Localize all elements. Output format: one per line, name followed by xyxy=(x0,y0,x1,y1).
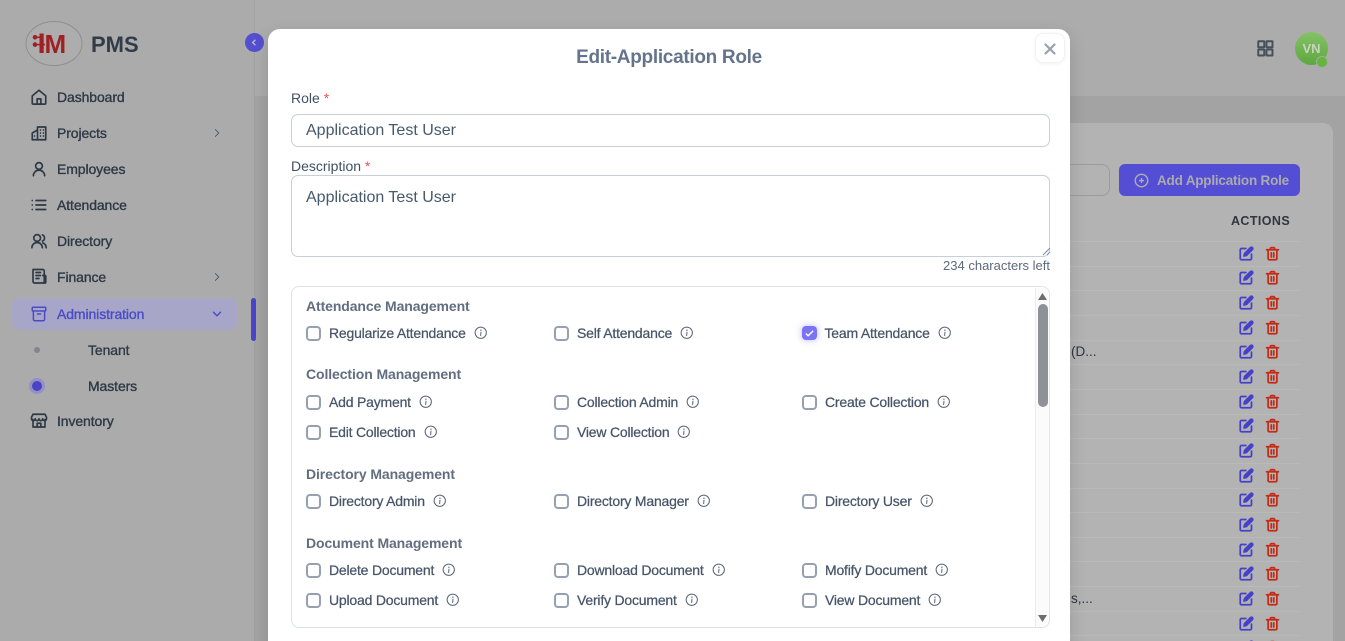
svg-text:M: M xyxy=(45,29,67,59)
